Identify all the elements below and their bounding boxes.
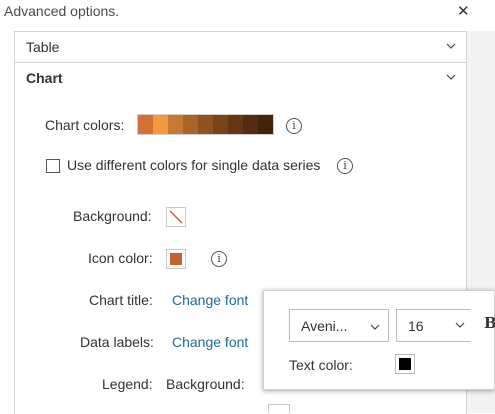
text-color-fill	[399, 358, 411, 370]
ramp-color-stop	[243, 115, 258, 134]
chevron-down-icon	[446, 74, 456, 80]
section-chart-header[interactable]: Chart	[15, 63, 466, 93]
ramp-color-stop	[138, 115, 153, 134]
chart-colors-label: Chart colors:	[45, 117, 125, 133]
ramp-color-stop	[258, 115, 273, 134]
ramp-color-stop	[168, 115, 183, 134]
font-family-value: Aveni...	[301, 318, 348, 334]
ramp-color-stop	[213, 115, 228, 134]
text-color-label: Text color:	[289, 357, 353, 373]
font-family-select[interactable]: Aveni...	[289, 309, 389, 342]
ramp-color-stop	[183, 115, 198, 134]
icon-color-fill	[170, 253, 182, 265]
ramp-color-stop	[153, 115, 168, 134]
chart-title-label: Chart title:	[89, 292, 153, 308]
ramp-color-stop	[198, 115, 213, 134]
section-table-label: Table	[26, 39, 60, 55]
different-colors-checkbox[interactable]	[46, 159, 60, 173]
chevron-down-icon	[370, 324, 380, 330]
close-icon[interactable]: ✕	[457, 4, 470, 19]
icon-color-label: Icon color:	[88, 250, 153, 266]
background-label: Background:	[73, 208, 152, 224]
info-icon[interactable]: i	[211, 251, 227, 267]
icon-color-swatch[interactable]	[166, 249, 186, 269]
no-color-icon	[169, 210, 183, 224]
chevron-down-icon	[446, 43, 456, 49]
chevron-down-icon[interactable]	[455, 320, 465, 330]
section-chart-label: Chart	[26, 70, 63, 86]
data-labels-label: Data labels:	[80, 334, 154, 350]
background-color-swatch[interactable]	[166, 207, 186, 227]
chart-title-change-font-link[interactable]: Change font	[172, 292, 248, 308]
legend-label: Legend:	[102, 376, 153, 392]
different-colors-label: Use different colors for single data ser…	[67, 157, 321, 173]
dialog-header: Advanced options. ✕	[0, 0, 495, 28]
section-table-header[interactable]: Table	[15, 32, 466, 63]
font-size-value: 16	[408, 318, 424, 334]
text-color-swatch[interactable]	[395, 354, 415, 374]
data-labels-change-font-link[interactable]: Change font	[172, 334, 248, 350]
legend-background-label: Background:	[166, 376, 245, 392]
ramp-color-stop	[228, 115, 243, 134]
bold-button[interactable]: B	[484, 314, 495, 332]
dialog-title: Advanced options.	[4, 3, 120, 19]
font-popup: Aveni... 16 B Text color:	[263, 290, 495, 390]
info-icon[interactable]: i	[286, 118, 302, 134]
legend-background-swatch[interactable]	[268, 404, 290, 413]
info-icon[interactable]: i	[337, 158, 353, 174]
chart-color-ramp[interactable]	[137, 114, 274, 135]
